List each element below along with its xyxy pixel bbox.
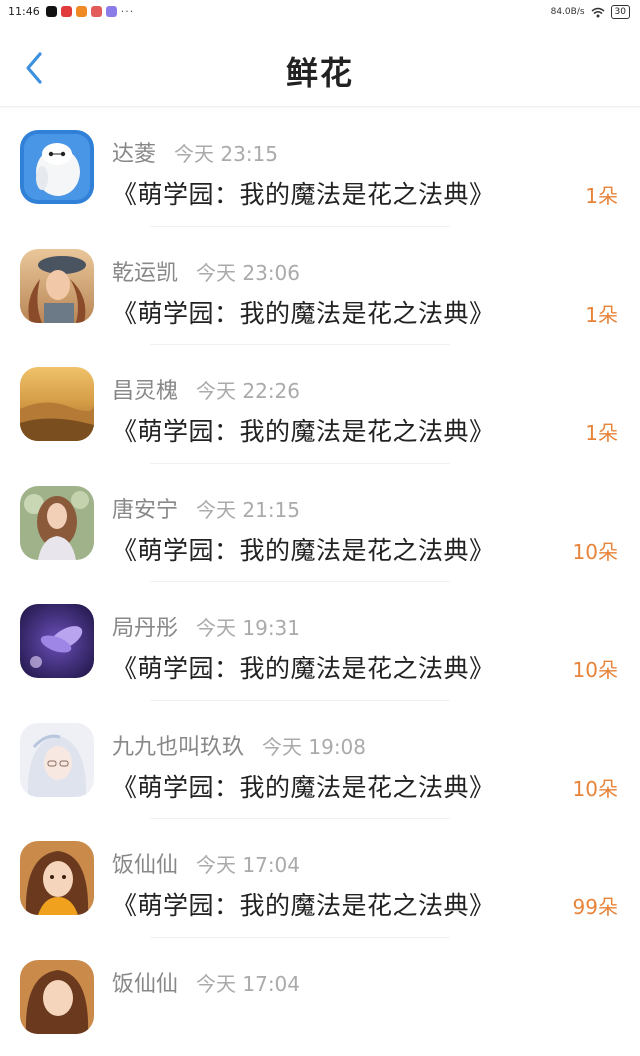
- gift-time: 今天 22:26: [196, 379, 300, 403]
- gift-time: 今天 17:04: [196, 853, 300, 877]
- battery-icon: 30: [611, 5, 630, 19]
- flower-count: 1朵: [585, 180, 618, 209]
- status-left: 11:46 ···: [8, 5, 134, 18]
- book-title: 《萌学园：我的魔法是花之法典》: [112, 531, 495, 567]
- red-app-icon: [61, 6, 72, 17]
- list-item[interactable]: 饭仙仙今天 17:04 《萌学园：我的魔法是花之法典》 99朵: [0, 819, 640, 938]
- sender-name[interactable]: 乾运凯今天 23:06: [112, 255, 300, 287]
- gift-time: 今天 21:15: [196, 498, 300, 522]
- page-title: 鲜花: [0, 48, 640, 94]
- sender-name[interactable]: 饭仙仙今天 17:04: [112, 966, 300, 998]
- avatar[interactable]: [20, 604, 94, 678]
- pink-app-icon: [91, 6, 102, 17]
- avatar[interactable]: [20, 130, 94, 204]
- list-item[interactable]: 局丹彤今天 19:31 《萌学园：我的魔法是花之法典》 10朵: [0, 582, 640, 701]
- book-title: 《萌学园：我的魔法是花之法典》: [112, 886, 495, 922]
- orange-app-icon: [76, 6, 87, 17]
- avatar[interactable]: [20, 841, 94, 915]
- sender-name-text: 唐安宁: [112, 498, 178, 523]
- desert-avatar-image: [20, 367, 94, 441]
- flower-count: 10朵: [573, 773, 618, 802]
- sender-name[interactable]: 达菱今天 23:15: [112, 136, 278, 168]
- network-speed: 84.0B/s: [551, 7, 585, 17]
- gift-time: 今天 17:04: [196, 972, 300, 996]
- sender-name-text: 局丹彤: [112, 616, 178, 641]
- sender-name[interactable]: 九九也叫玖玖今天 19:08: [112, 729, 366, 761]
- flower-gift-list: 达菱今天 23:15 《萌学园：我的魔法是花之法典》 1朵 乾运凯今天 23:0…: [0, 108, 640, 1056]
- status-right: 84.0B/s 30: [551, 5, 630, 19]
- list-item[interactable]: 唐安宁今天 21:15 《萌学园：我的魔法是花之法典》 10朵: [0, 464, 640, 583]
- tiktok-app-icon: [46, 6, 57, 17]
- anime-girl-glasses-avatar-image: [20, 723, 94, 797]
- wifi-icon: [591, 7, 605, 18]
- sender-name-text: 昌灵槐: [112, 379, 178, 404]
- list-item[interactable]: 昌灵槐今天 22:26 《萌学园：我的魔法是花之法典》 1朵: [0, 345, 640, 464]
- list-item[interactable]: 达菱今天 23:15 《萌学园：我的魔法是花之法典》 1朵: [0, 108, 640, 227]
- list-item[interactable]: 九九也叫玖玖今天 19:08 《萌学园：我的魔法是花之法典》 10朵: [0, 701, 640, 820]
- sender-name[interactable]: 饭仙仙今天 17:04: [112, 847, 300, 879]
- curly-hair-girl-avatar-image: [20, 486, 94, 560]
- sender-name[interactable]: 唐安宁今天 21:15: [112, 492, 300, 524]
- list-item[interactable]: 饭仙仙今天 17:04: [0, 938, 640, 1056]
- anime-girl-brown-avatar-image: [20, 841, 94, 915]
- nav-bar: 鲜花: [0, 26, 640, 107]
- book-title: 《萌学园：我的魔法是花之法典》: [112, 294, 495, 330]
- gift-time: 今天 23:06: [196, 261, 300, 285]
- book-title: 《萌学园：我的魔法是花之法典》: [112, 768, 495, 804]
- flower-count: 1朵: [585, 299, 618, 328]
- avatar[interactable]: [20, 249, 94, 323]
- sender-name-text: 乾运凯: [112, 261, 178, 286]
- sender-name-text: 九九也叫玖玖: [112, 735, 244, 760]
- gift-time: 今天 19:08: [262, 735, 366, 759]
- book-title: 《萌学园：我的魔法是花之法典》: [112, 412, 495, 448]
- robot-avatar-image: [20, 130, 94, 204]
- gift-time: 今天 23:15: [174, 142, 278, 166]
- sender-name[interactable]: 昌灵槐今天 22:26: [112, 373, 300, 405]
- avatar[interactable]: [20, 723, 94, 797]
- status-bar: 11:46 ··· 84.0B/s 30: [0, 0, 640, 26]
- avatar[interactable]: [20, 486, 94, 560]
- flower-count: 1朵: [585, 417, 618, 446]
- woman-hat-avatar-image: [20, 249, 94, 323]
- avatar[interactable]: [20, 367, 94, 441]
- more-notifications-icon: ···: [121, 5, 135, 18]
- flower-count: 10朵: [573, 536, 618, 565]
- sender-name-text: 达菱: [112, 142, 156, 167]
- book-title: 《萌学园：我的魔法是花之法典》: [112, 649, 495, 685]
- list-item[interactable]: 乾运凯今天 23:06 《萌学园：我的魔法是花之法典》 1朵: [0, 227, 640, 346]
- purple-flower-avatar-image: [20, 604, 94, 678]
- gift-time: 今天 19:31: [196, 616, 300, 640]
- sender-name[interactable]: 局丹彤今天 19:31: [112, 610, 300, 642]
- purple-app-icon: [106, 6, 117, 17]
- book-title: 《萌学园：我的魔法是花之法典》: [112, 175, 495, 211]
- flower-count: 10朵: [573, 654, 618, 683]
- anime-girl-brown-avatar-image: [20, 960, 94, 1034]
- avatar[interactable]: [20, 960, 94, 1034]
- sender-name-text: 饭仙仙: [112, 972, 178, 997]
- flower-count: 99朵: [573, 891, 618, 920]
- status-time: 11:46: [8, 5, 40, 18]
- sender-name-text: 饭仙仙: [112, 853, 178, 878]
